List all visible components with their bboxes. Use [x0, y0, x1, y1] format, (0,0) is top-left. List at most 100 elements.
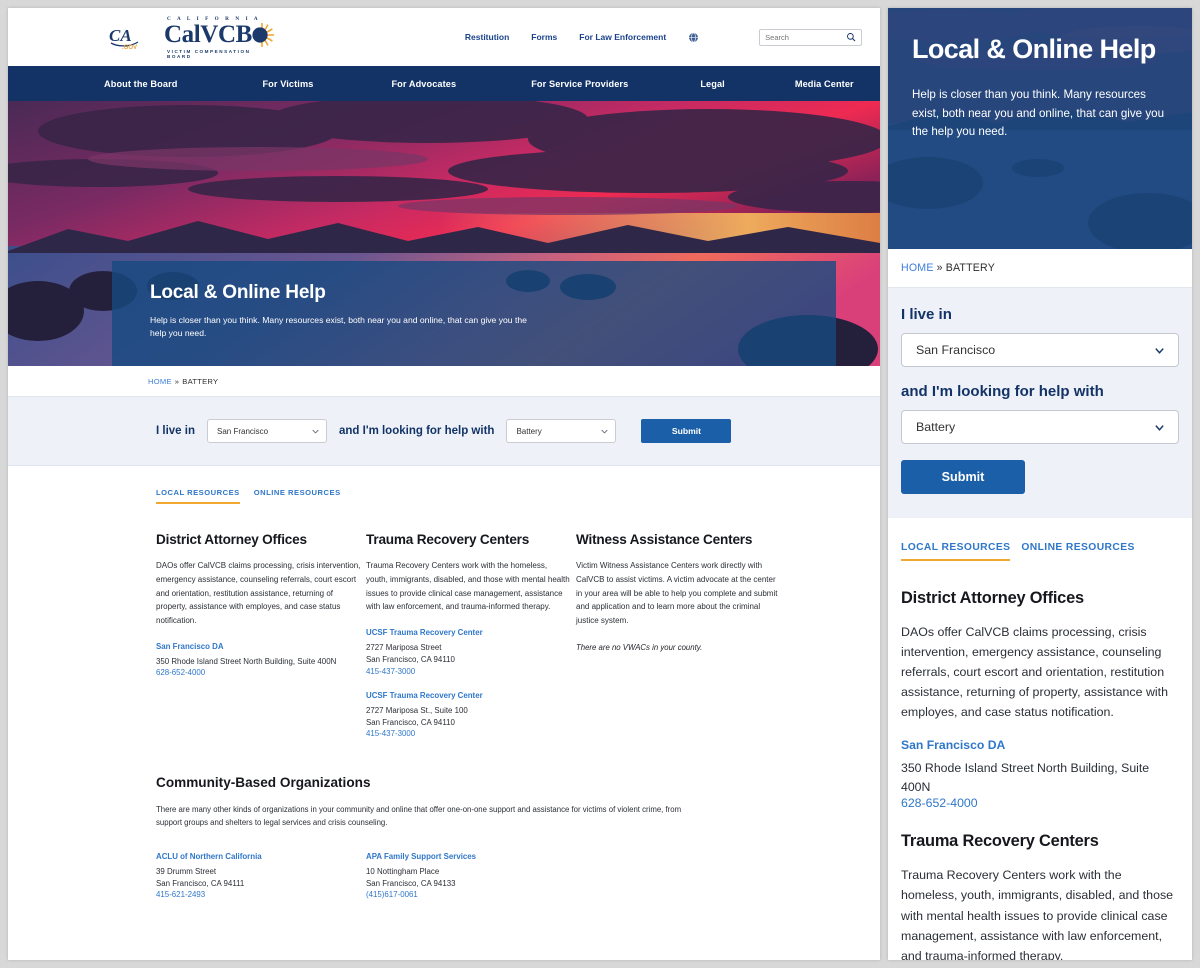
sunburst-icon: [252, 22, 274, 47]
hero-title: Local & Online Help: [150, 282, 326, 303]
column-district-attorney-offices: District Attorney Offices DAOs offer Cal…: [156, 532, 361, 753]
logo-tagline: VICTIM COMPENSATION BOARD: [167, 48, 251, 59]
column-description: DAOs offer CalVCB claims processing, cri…: [156, 561, 361, 625]
resource-address-line-1: 350 Rhode Island Street North Building, …: [901, 761, 1150, 794]
calvcb-logo-icon[interactable]: C A L I F O R N I A CalVCB VICTIM COMPEN…: [164, 16, 275, 59]
column-description: Trauma Recovery Centers work with the ho…: [901, 868, 1174, 960]
resource-address-line-1: 350 Rhode Island Street North Building, …: [156, 656, 337, 666]
chevron-down-icon: [1155, 348, 1164, 354]
main-nav: About the Board For Victims For Advocate…: [8, 66, 880, 101]
resource-phone-link[interactable]: 628-652-4000: [901, 796, 1179, 810]
resource-entry: ACLU of Northern California 39 Drumm Str…: [156, 852, 366, 900]
resource-phone-link[interactable]: 628-652-4000: [156, 668, 361, 677]
filter-label-live-in: I live in: [901, 306, 952, 323]
tab-online-resources[interactable]: ONLINE RESOURCES: [254, 488, 341, 504]
hero-banner: Local & Online Help Help is closer than …: [8, 101, 880, 366]
resource-tabs: LOCAL RESOURCES ONLINE RESOURCES: [901, 542, 1179, 561]
column-witness-assistance-centers: Witness Assistance Centers Victim Witnes…: [576, 532, 781, 753]
desktop-viewport: CA .GOV C A L I F O R N I A CalVCB VICTI…: [8, 8, 880, 960]
column-description: Victim Witness Assistance Centers work d…: [576, 561, 778, 625]
cbo-description: There are many other kinds of organizati…: [156, 805, 682, 828]
mobile-hero-subtitle: Help is closer than you think. Many reso…: [912, 87, 1165, 139]
resource-name-link[interactable]: San Francisco DA: [901, 738, 1179, 752]
column-title: Witness Assistance Centers: [576, 532, 753, 547]
resource-address-line-2: San Francisco, CA 94110: [366, 717, 455, 727]
search-box[interactable]: [759, 28, 862, 46]
chevron-down-icon: [1155, 425, 1164, 431]
resource-phone-link[interactable]: 415-437-3000: [366, 667, 571, 676]
mobile-results-section: LOCAL RESOURCES ONLINE RESOURCES Distric…: [888, 518, 1192, 960]
county-select[interactable]: San Francisco: [901, 333, 1179, 367]
resource-name-link[interactable]: UCSF Trauma Recovery Center: [366, 691, 571, 700]
nav-item-media-center[interactable]: Media Center: [795, 79, 854, 89]
submit-button[interactable]: Submit: [901, 460, 1025, 494]
mobile-breadcrumb: HOME » BATTERY: [888, 249, 1192, 287]
resource-address-line-2: San Francisco, CA 94110: [366, 655, 455, 665]
resource-address-line-1: 10 Nottingham Place: [366, 866, 440, 876]
filter-bar: I live in San Francisco and I'm looking …: [8, 396, 880, 466]
brand-lockup[interactable]: CA .GOV C A L I F O R N I A CalVCB VICTI…: [108, 16, 275, 59]
county-select-value: San Francisco: [217, 426, 269, 436]
resource-entry: San Francisco DA 350 Rhode Island Street…: [156, 642, 361, 677]
logo-wordmark: CalVCB: [164, 20, 252, 48]
nav-item-about-the-board[interactable]: About the Board: [104, 79, 177, 89]
breadcrumb-separator: »: [174, 376, 180, 386]
resource-name-link[interactable]: ACLU of Northern California: [156, 852, 366, 861]
utility-link-law-enforcement[interactable]: For Law Enforcement: [579, 32, 666, 42]
column-title: Trauma Recovery Centers: [901, 832, 1099, 851]
resource-name-link[interactable]: APA Family Support Services: [366, 852, 576, 861]
filter-label-live-in: I live in: [156, 425, 195, 437]
search-input[interactable]: [765, 32, 846, 42]
resource-address-line-2: San Francisco, CA 94111: [156, 879, 245, 889]
resource-name-link[interactable]: San Francisco DA: [156, 642, 361, 651]
utility-link-forms[interactable]: Forms: [531, 32, 557, 42]
resource-entry: APA Family Support Services 10 Nottingha…: [366, 852, 576, 900]
resource-columns: District Attorney Offices DAOs offer Cal…: [156, 532, 880, 753]
search-icon[interactable]: [846, 32, 856, 42]
column-trauma-recovery-centers: Trauma Recovery Centers Trauma Recovery …: [366, 532, 571, 753]
resource-phone-link[interactable]: 415-621-2493: [156, 890, 366, 899]
breadcrumb-home-link[interactable]: HOME: [901, 262, 934, 274]
no-results-note: There are no VWACs in your county.: [576, 642, 703, 652]
mobile-hero-banner: Local & Online Help Help is closer than …: [888, 8, 1192, 249]
resource-address-line-1: 2727 Mariposa Street: [366, 643, 442, 652]
county-select-value: San Francisco: [916, 343, 996, 357]
tab-local-resources[interactable]: LOCAL RESOURCES: [156, 488, 240, 504]
crime-type-select-value: Battery: [516, 426, 542, 436]
column-title: District Attorney Offices: [156, 532, 307, 547]
resource-tabs: LOCAL RESOURCES ONLINE RESOURCES: [156, 488, 880, 504]
nav-item-for-victims[interactable]: For Victims: [262, 79, 313, 89]
crime-type-select[interactable]: Battery: [901, 410, 1179, 444]
resource-entry: San Francisco DA 350 Rhode Island Street…: [901, 738, 1179, 810]
svg-text:.GOV: .GOV: [122, 45, 137, 51]
svg-text:CA: CA: [109, 26, 132, 45]
tab-online-resources[interactable]: ONLINE RESOURCES: [1021, 542, 1134, 561]
breadcrumb-home-link[interactable]: HOME: [148, 377, 172, 386]
resource-address-line-2: San Francisco, CA 94133: [366, 879, 456, 889]
column-description: DAOs offer CalVCB claims processing, cri…: [901, 625, 1168, 720]
tab-local-resources[interactable]: LOCAL RESOURCES: [901, 542, 1011, 561]
breadcrumb: HOME » BATTERY: [8, 366, 880, 396]
column-title: District Attorney Offices: [901, 589, 1084, 607]
chevron-down-icon: [601, 429, 609, 434]
breadcrumb-current: BATTERY: [182, 376, 219, 386]
mobile-filter-bar: I live in San Francisco and I'm looking …: [888, 287, 1192, 518]
utility-link-restitution[interactable]: Restitution: [465, 32, 509, 42]
ca-gov-logo-icon[interactable]: CA .GOV: [108, 22, 150, 52]
submit-button[interactable]: Submit: [641, 419, 732, 443]
crime-type-select[interactable]: Battery: [506, 419, 617, 443]
nav-item-for-service-providers[interactable]: For Service Providers: [531, 79, 628, 89]
column-description: Trauma Recovery Centers work with the ho…: [366, 561, 570, 612]
hero-subtitle: Help is closer than you think. Many reso…: [150, 315, 527, 339]
utility-nav: Restitution Forms For Law Enforcement: [465, 32, 699, 43]
resource-name-link[interactable]: UCSF Trauma Recovery Center: [366, 628, 571, 637]
resource-phone-link[interactable]: (415)617-0061: [366, 890, 576, 899]
nav-item-for-advocates[interactable]: For Advocates: [391, 79, 456, 89]
county-select[interactable]: San Francisco: [207, 419, 327, 443]
globe-icon[interactable]: [688, 32, 699, 43]
resource-entry: UCSF Trauma Recovery Center 2727 Maripos…: [366, 628, 571, 676]
resource-address-line-1: 39 Drumm Street: [156, 866, 217, 876]
nav-item-legal[interactable]: Legal: [700, 79, 725, 89]
mobile-viewport: Local & Online Help Help is closer than …: [888, 8, 1192, 960]
resource-phone-link[interactable]: 415-437-3000: [366, 729, 571, 738]
